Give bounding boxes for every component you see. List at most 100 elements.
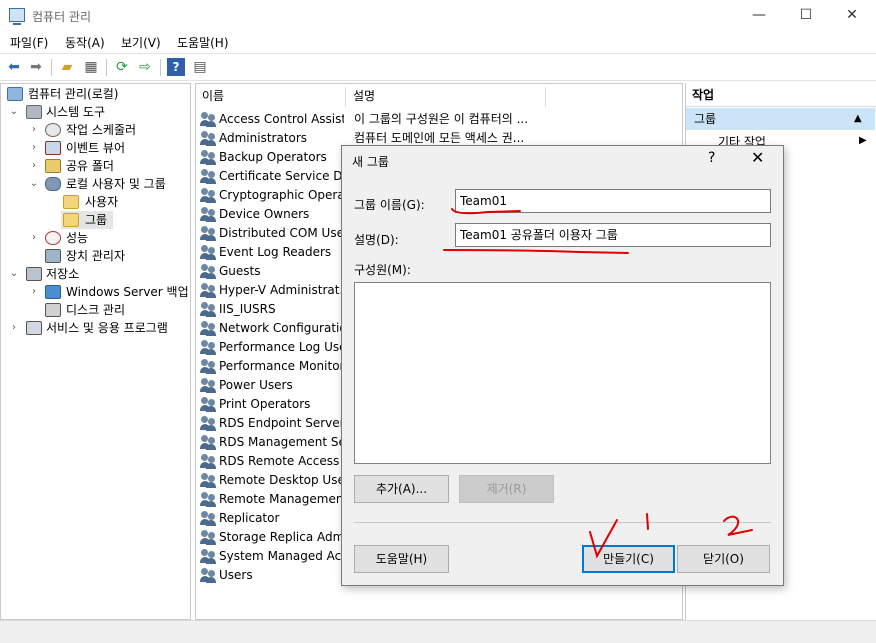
toolbar: ⬅ ➡ ▰ ▦ ⟳ ⇨ ? ▤ — [0, 53, 876, 81]
tree-item-windows-server-backup[interactable]: › Windows Server 백업 — [1, 283, 190, 301]
collapse-arrow-icon[interactable]: ▲ — [854, 108, 862, 130]
minimize-button[interactable]: — — [736, 0, 782, 31]
tree-item-local-users-groups[interactable]: ⌄ 로컬 사용자 및 그룹 — [1, 175, 190, 193]
maximize-button[interactable]: ☐ — [783, 0, 829, 31]
expand-chevron-icon[interactable]: ⌄ — [29, 175, 39, 193]
actions-group-header[interactable]: 그룹 ▲ — [686, 108, 875, 130]
menu-help[interactable]: 도움말(H) — [177, 34, 229, 51]
group-icon — [200, 188, 216, 203]
show-tree-icon[interactable]: ▦ — [82, 58, 100, 76]
group-icon — [200, 112, 216, 127]
group-icon — [200, 454, 216, 469]
group-icon — [200, 340, 216, 355]
group-row[interactable]: Access Control Assist... 이 그룹의 구성원은 이 컴퓨터… — [200, 110, 678, 129]
group-icon — [200, 207, 216, 222]
menu-view[interactable]: 보기(V) — [121, 34, 161, 51]
tree-item-device-manager[interactable]: 장치 관리자 — [1, 247, 190, 265]
members-label: 구성원(M): — [354, 263, 411, 277]
dialog-divider — [354, 522, 771, 523]
tree-item-event-viewer[interactable]: › 이벤트 뷰어 — [1, 139, 190, 157]
dialog-help-icon[interactable]: ? — [708, 150, 715, 166]
help-icon[interactable]: ? — [167, 58, 185, 76]
expand-chevron-icon[interactable]: › — [29, 157, 39, 175]
create-button[interactable]: 만들기(C) — [582, 545, 675, 573]
expand-chevron-icon[interactable]: › — [9, 319, 19, 337]
group-icon — [200, 150, 216, 165]
status-bar — [0, 620, 876, 643]
expand-chevron-icon[interactable]: › — [29, 283, 39, 301]
group-icon — [200, 169, 216, 184]
remove-member-button[interactable]: 제거(R) — [459, 475, 554, 503]
folder-icon — [63, 195, 79, 209]
group-icon — [200, 549, 216, 564]
tree-item-users[interactable]: 사용자 — [1, 193, 190, 211]
menu-file[interactable]: 파일(F) — [10, 34, 48, 51]
title-bar: 컴퓨터 관리 — ☐ ✕ — [0, 0, 876, 31]
tree-item-system-tools[interactable]: ⌄ 시스템 도구 — [1, 103, 190, 121]
expand-chevron-icon[interactable]: › — [29, 139, 39, 157]
group-icon — [200, 530, 216, 545]
dialog-title: 새 그룹 — [352, 155, 389, 169]
menu-action[interactable]: 동작(A) — [65, 34, 105, 51]
disk-icon — [45, 303, 61, 317]
dialog-close-icon[interactable]: ✕ — [751, 148, 764, 167]
tree-item-groups[interactable]: 그룹 — [61, 211, 113, 229]
group-name-label: 그룹 이름(G): — [354, 198, 425, 212]
group-name-field[interactable]: Team01 — [455, 189, 771, 213]
add-member-button[interactable]: 추가(A)... — [354, 475, 449, 503]
tree-item-storage[interactable]: ⌄ 저장소 — [1, 265, 190, 283]
group-icon — [200, 473, 216, 488]
group-name: Device Owners — [219, 207, 310, 221]
group-icon — [200, 226, 216, 241]
tree-item-computer-management[interactable]: 컴퓨터 관리(로컬) — [1, 85, 190, 103]
menu-bar: 파일(F) 동작(A) 보기(V) 도움말(H) — [0, 31, 876, 52]
services-icon — [26, 321, 42, 335]
group-icon — [200, 321, 216, 336]
group-name: Remote Desktop Users — [219, 473, 344, 487]
close-dialog-button[interactable]: 닫기(O) — [677, 545, 770, 573]
expand-chevron-icon[interactable]: › — [29, 121, 39, 139]
description-field[interactable]: Team01 공유폴더 이용자 그룹 — [455, 223, 771, 247]
tree-item-disk-management[interactable]: 디스크 관리 — [1, 301, 190, 319]
computer-management-app-icon — [9, 8, 25, 25]
group-name: System Managed Acc... — [219, 549, 344, 563]
actions-group-label: 그룹 — [694, 112, 717, 126]
new-group-dialog: 새 그룹 ? ✕ 그룹 이름(G): Team01 설명(D): Team01 … — [341, 145, 784, 586]
expand-chevron-icon[interactable]: ⌄ — [9, 103, 19, 121]
forward-arrow-icon[interactable]: ➡ — [27, 58, 45, 76]
column-header-description[interactable]: 설명 — [353, 84, 375, 108]
group-name: Performance Monitor... — [219, 359, 344, 373]
expand-chevron-icon[interactable]: ⌄ — [9, 265, 19, 283]
system-tools-icon — [26, 105, 42, 119]
tree-item-services-applications[interactable]: › 서비스 및 응용 프로그램 — [1, 319, 190, 337]
group-name: Guests — [219, 264, 261, 278]
column-header-name[interactable]: 이름 — [202, 84, 224, 108]
dialog-help-button[interactable]: 도움말(H) — [354, 545, 449, 573]
folder-up-icon[interactable]: ▰ — [58, 58, 76, 76]
console-tree: 컴퓨터 관리(로컬) ⌄ 시스템 도구 › 작업 스케줄러 › 이벤트 뷰어 ›… — [0, 83, 191, 620]
tree-item-shared-folders[interactable]: › 공유 폴더 — [1, 157, 190, 175]
group-icon — [200, 397, 216, 412]
window-title: 컴퓨터 관리 — [32, 10, 92, 24]
group-name: Replicator — [219, 511, 280, 525]
group-name: RDS Remote Access ... — [219, 454, 344, 468]
device-manager-icon — [45, 249, 61, 263]
users-icon — [45, 177, 61, 191]
export-list-icon[interactable]: ⇨ — [136, 58, 154, 76]
group-name: Hyper-V Administrat... — [219, 283, 344, 297]
close-window-button[interactable]: ✕ — [829, 0, 875, 31]
console-view-icon[interactable]: ▤ — [191, 58, 209, 76]
back-arrow-icon[interactable]: ⬅ — [5, 58, 23, 76]
group-name: Performance Log Users — [219, 340, 344, 354]
group-name: Network Configuratio... — [219, 321, 344, 335]
members-list[interactable] — [354, 282, 771, 464]
group-icon — [200, 568, 216, 583]
expand-chevron-icon[interactable]: › — [29, 229, 39, 247]
group-name: Certificate Service DC... — [219, 169, 344, 183]
refresh-icon[interactable]: ⟳ — [113, 58, 131, 76]
group-name: Power Users — [219, 378, 293, 392]
tree-item-task-scheduler[interactable]: › 작업 스케줄러 — [1, 121, 190, 139]
group-icon — [200, 511, 216, 526]
group-name: RDS Endpoint Servers — [219, 416, 344, 430]
tree-item-performance[interactable]: › 성능 — [1, 229, 190, 247]
